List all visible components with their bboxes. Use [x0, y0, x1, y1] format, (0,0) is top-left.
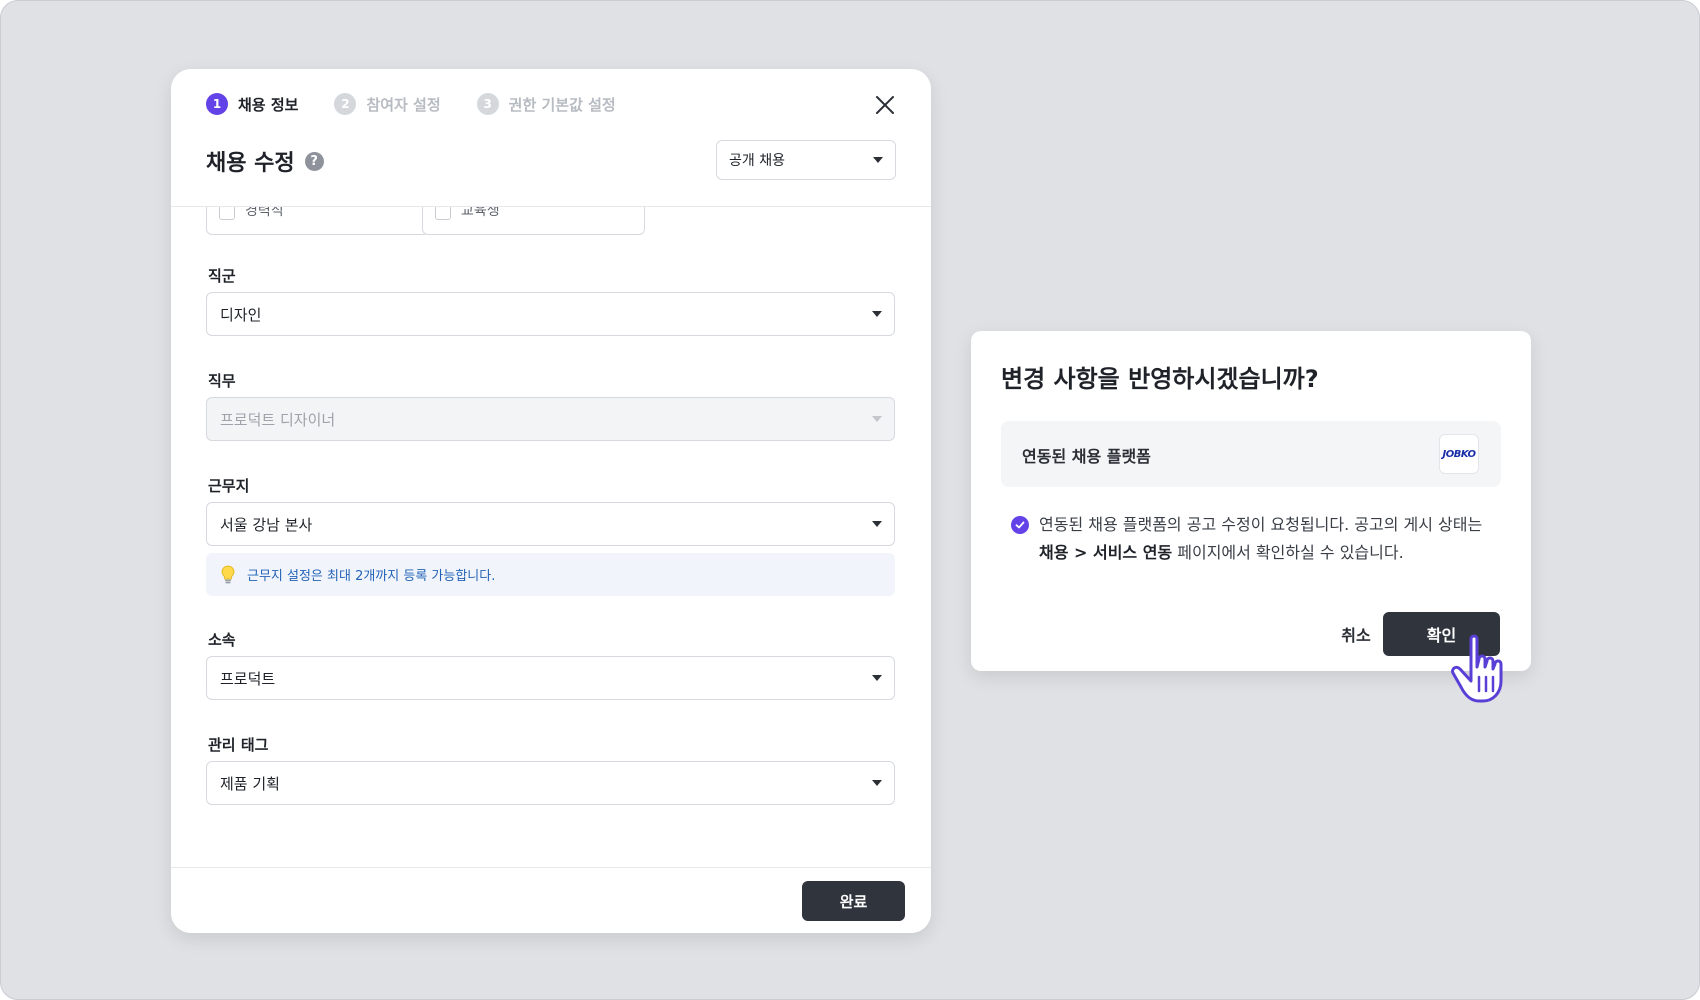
job-group-select[interactable]: 디자인 — [206, 292, 895, 336]
job-role-label: 직무 — [208, 372, 236, 390]
platform-logo: JOBKO — [1439, 434, 1479, 474]
page-title: 채용 수정 ? — [206, 145, 324, 177]
location-hint-text: 근무지 설정은 최대 2개까지 등록 가능합니다. — [247, 569, 496, 584]
job-role-select: 프로덕트 디자이너 — [206, 397, 895, 441]
chevron-down-icon — [873, 157, 883, 163]
linked-platform-label: 연동된 채용 플랫폼 — [1022, 447, 1151, 466]
chevron-down-icon — [872, 416, 882, 422]
location-label: 근무지 — [208, 477, 250, 495]
edit-recruitment-modal: 경력직 교육생 직군 디자인 직무 프로덕트 디자이너 근무지 서울 강남 본사 — [171, 69, 931, 933]
close-button[interactable] — [871, 91, 899, 119]
confirm-title: 변경 사항을 반영하시겠습니까? — [1001, 365, 1319, 393]
checkbox[interactable] — [219, 207, 235, 220]
step-number: 1 — [206, 93, 228, 115]
chevron-down-icon — [872, 675, 882, 681]
step-label: 참여자 설정 — [366, 95, 441, 114]
tags-value: 제품 기획 — [220, 774, 280, 793]
chevron-down-icon — [872, 521, 882, 527]
notice-link-path: 채용 > 서비스 연동 — [1039, 543, 1173, 562]
step-label: 권한 기본값 설정 — [508, 95, 616, 114]
tags-select[interactable]: 제품 기획 — [206, 761, 895, 805]
notice-text-suffix: 페이지에서 확인하실 수 있습니다. — [1172, 543, 1404, 562]
step-number: 2 — [334, 93, 357, 115]
checkbox-option-trainee[interactable]: 교육생 — [422, 207, 645, 235]
recruitment-type-select[interactable]: 공개 채용 — [716, 140, 896, 180]
modal-footer: 완료 — [171, 867, 931, 933]
close-icon — [876, 96, 894, 114]
chevron-down-icon — [872, 780, 882, 786]
checkbox-label: 교육생 — [461, 207, 500, 219]
job-group-value: 디자인 — [220, 305, 262, 324]
checkbox-option-experienced[interactable]: 경력직 — [206, 207, 429, 235]
checkbox[interactable] — [435, 207, 451, 220]
job-role-value: 프로덕트 디자이너 — [220, 410, 336, 429]
affiliation-label: 소속 — [208, 631, 236, 649]
checkbox-label: 경력직 — [245, 207, 284, 219]
modal-header: 1 채용 정보 2 참여자 설정 3 권한 기본값 설정 채용 수정 ? 공개 … — [171, 69, 931, 207]
pointer-hand-icon — [1451, 634, 1503, 703]
location-select[interactable]: 서울 강남 본사 — [206, 502, 895, 546]
step-number: 3 — [476, 93, 499, 115]
stepper: 1 채용 정보 2 참여자 설정 3 권한 기본값 설정 — [206, 93, 652, 115]
recruitment-type-value: 공개 채용 — [729, 153, 785, 169]
location-value: 서울 강남 본사 — [220, 515, 313, 534]
modal-title-text: 채용 수정 — [206, 151, 295, 176]
help-icon[interactable]: ? — [304, 151, 324, 171]
step-info[interactable]: 1 채용 정보 — [206, 93, 298, 115]
step-permissions[interactable]: 3 권한 기본값 설정 — [476, 93, 616, 115]
location-hint: 근무지 설정은 최대 2개까지 등록 가능합니다. — [206, 553, 895, 596]
chevron-down-icon — [872, 311, 882, 317]
notice-text-prefix: 연동된 채용 플랫폼의 공고 수정이 요청됩니다. 공고의 게시 상태는 — [1039, 515, 1483, 534]
cancel-button[interactable]: 취소 — [1321, 612, 1391, 656]
step-label: 채용 정보 — [238, 95, 299, 114]
confirm-dialog: 변경 사항을 반영하시겠습니까? 연동된 채용 플랫폼 JOBKO 연동된 채용… — [971, 331, 1531, 671]
lightbulb-icon — [221, 565, 235, 583]
linked-platform-box: 연동된 채용 플랫폼 JOBKO — [1001, 421, 1501, 487]
step-participants[interactable]: 2 참여자 설정 — [334, 93, 441, 115]
affiliation-value: 프로덕트 — [220, 669, 276, 688]
tags-label: 관리 태그 — [208, 736, 269, 754]
notice-text: 연동된 채용 플랫폼의 공고 수정이 요청됩니다. 공고의 게시 상태는 채용 … — [1039, 511, 1484, 567]
done-button[interactable]: 완료 — [802, 881, 905, 921]
check-circle-icon — [1011, 516, 1029, 534]
modal-body: 경력직 교육생 직군 디자인 직무 프로덕트 디자이너 근무지 서울 강남 본사 — [171, 207, 931, 867]
background-canvas: 경력직 교육생 직군 디자인 직무 프로덕트 디자이너 근무지 서울 강남 본사 — [0, 0, 1700, 1000]
affiliation-select[interactable]: 프로덕트 — [206, 656, 895, 700]
job-group-label: 직군 — [208, 267, 236, 285]
